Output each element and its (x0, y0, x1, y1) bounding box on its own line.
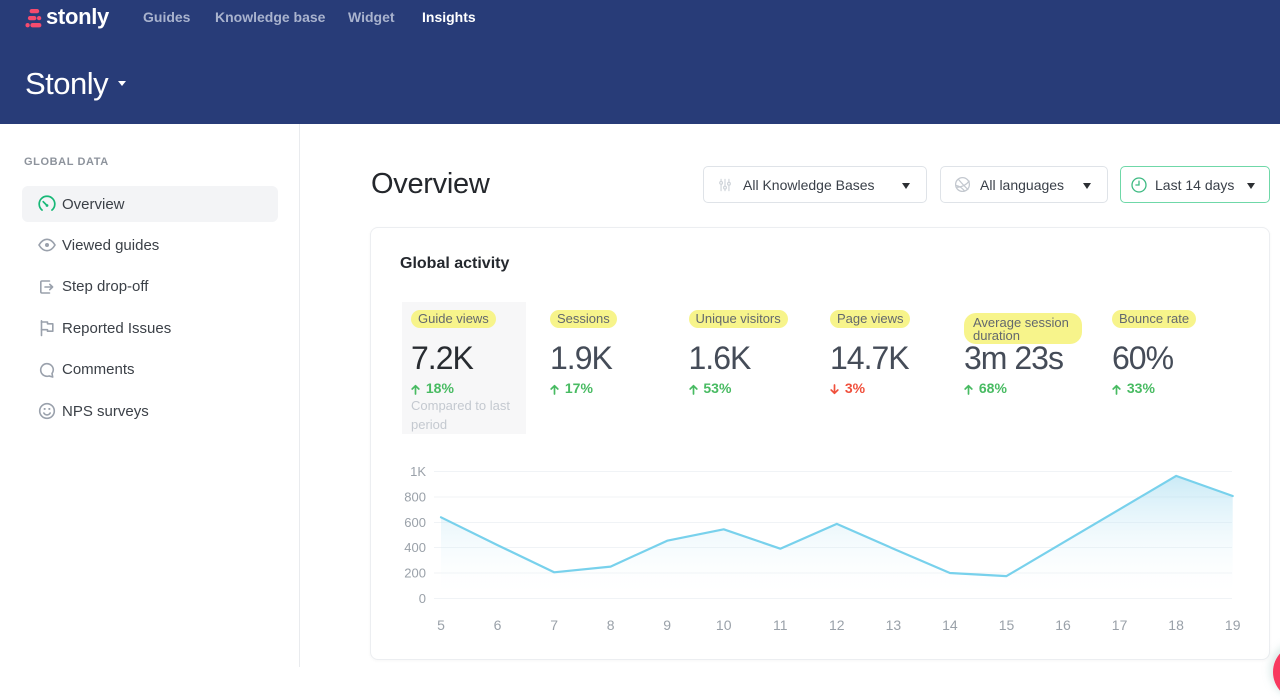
svg-text:14: 14 (942, 617, 958, 633)
svg-text:8: 8 (607, 617, 615, 633)
svg-text:5: 5 (437, 617, 445, 633)
svg-text:800: 800 (404, 490, 426, 505)
svg-text:19: 19 (1225, 617, 1241, 633)
svg-text:7: 7 (550, 617, 558, 633)
svg-text:0: 0 (419, 591, 426, 606)
svg-text:200: 200 (404, 566, 426, 581)
svg-text:11: 11 (773, 617, 788, 633)
svg-text:16: 16 (1055, 617, 1071, 633)
svg-text:18: 18 (1168, 617, 1184, 633)
svg-text:400: 400 (404, 540, 426, 555)
svg-text:12: 12 (829, 617, 845, 633)
svg-text:10: 10 (716, 617, 732, 633)
svg-text:13: 13 (886, 617, 902, 633)
svg-text:600: 600 (404, 515, 426, 530)
svg-text:17: 17 (1112, 617, 1128, 633)
svg-text:1K: 1K (410, 464, 426, 479)
svg-text:9: 9 (663, 617, 671, 633)
svg-text:15: 15 (999, 617, 1015, 633)
svg-text:6: 6 (494, 617, 502, 633)
